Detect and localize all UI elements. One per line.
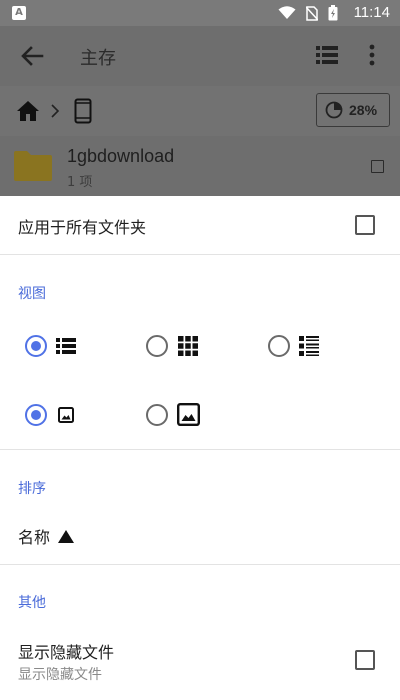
sort-section-header: 排序 bbox=[18, 481, 46, 497]
wifi-icon bbox=[278, 6, 296, 19]
other-section-header: 其他 bbox=[18, 595, 46, 611]
sort-option[interactable]: 名称 bbox=[18, 524, 75, 548]
view-options-sheet: 应用于所有文件夹 视图 排序 名称 其他 显示隐藏文件 显示隐藏文件 bbox=[0, 196, 400, 700]
breadcrumb: 28% bbox=[0, 86, 400, 136]
thumbnail-large-radio[interactable] bbox=[146, 404, 168, 426]
thumbnail-small-radio[interactable] bbox=[25, 404, 47, 426]
list-item[interactable]: 1gbdownload 1 项 bbox=[0, 136, 400, 196]
show-hidden-files-subtitle: 显示隐藏文件 bbox=[18, 667, 102, 683]
clock: 11:14 bbox=[353, 4, 390, 21]
file-select-checkbox[interactable] bbox=[371, 160, 384, 173]
arrow-back-icon[interactable] bbox=[18, 42, 46, 70]
apply-all-folders-checkbox[interactable] bbox=[355, 215, 375, 235]
view-list-icon bbox=[56, 338, 76, 354]
chevron-right-icon bbox=[51, 104, 60, 118]
divider bbox=[0, 254, 400, 255]
thumbnail-small-icon bbox=[58, 407, 74, 423]
pie-chart-icon bbox=[325, 101, 343, 119]
view-grid-icon bbox=[178, 336, 198, 356]
phone-icon[interactable] bbox=[74, 98, 92, 124]
triangle-up-icon bbox=[58, 529, 75, 543]
apply-all-folders-label: 应用于所有文件夹 bbox=[18, 218, 147, 237]
status-bar: A 11:14 bbox=[0, 0, 400, 26]
storage-percent: 28% bbox=[349, 102, 378, 118]
folder-icon bbox=[14, 151, 52, 181]
show-hidden-files-label: 显示隐藏文件 bbox=[18, 643, 115, 662]
divider bbox=[0, 564, 400, 565]
view-detail-list-radio[interactable] bbox=[268, 335, 290, 357]
storage-usage-button[interactable]: 28% bbox=[316, 93, 390, 127]
home-icon[interactable] bbox=[16, 100, 40, 122]
page-title: 主存 bbox=[80, 48, 116, 69]
app-bar: 主存 bbox=[0, 26, 400, 86]
view-detail-list-icon bbox=[299, 336, 319, 356]
battery-charging-icon bbox=[328, 5, 338, 21]
divider bbox=[0, 449, 400, 450]
file-name: 1gbdownload bbox=[67, 146, 175, 166]
more-vert-icon[interactable] bbox=[368, 44, 376, 66]
app-notification-icon: A bbox=[12, 6, 26, 20]
view-list-radio[interactable] bbox=[25, 335, 47, 357]
view-grid-radio[interactable] bbox=[146, 335, 168, 357]
thumbnail-large-icon bbox=[177, 403, 200, 426]
sort-label: 名称 bbox=[18, 528, 51, 547]
view-section-header: 视图 bbox=[18, 286, 46, 302]
view-list-icon[interactable] bbox=[316, 45, 338, 65]
no-sim-icon bbox=[306, 5, 318, 21]
file-item-count: 1 项 bbox=[67, 175, 93, 190]
show-hidden-files-checkbox[interactable] bbox=[355, 650, 375, 670]
